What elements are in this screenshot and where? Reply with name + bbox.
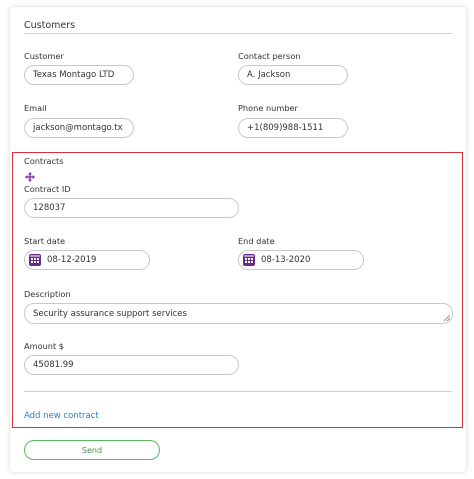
end-date-label: End date xyxy=(238,236,275,246)
description-textarea[interactable]: Security assurance support services xyxy=(24,303,453,324)
resize-handle-icon[interactable] xyxy=(444,315,450,321)
customer-label: Customer xyxy=(24,51,64,61)
contracts-divider xyxy=(24,391,452,392)
contact-person-input[interactable]: A. Jackson xyxy=(238,65,348,85)
start-date-input[interactable]: 08-12-2019 xyxy=(24,250,150,270)
amount-label: Amount $ xyxy=(24,341,64,351)
end-date-value: 08-13-2020 xyxy=(261,255,311,265)
contracts-section xyxy=(12,152,463,428)
amount-input[interactable]: 45081.99 xyxy=(24,355,239,375)
description-label: Description xyxy=(24,289,71,299)
calendar-icon[interactable] xyxy=(243,254,255,266)
section-title-customers: Customers xyxy=(24,20,76,31)
contracts-title: Contracts xyxy=(24,156,64,166)
start-date-value: 08-12-2019 xyxy=(47,255,97,265)
title-divider xyxy=(24,33,452,34)
start-date-label: Start date xyxy=(24,236,66,246)
add-new-contract-link[interactable]: Add new contract xyxy=(24,411,99,421)
move-arrows-icon[interactable] xyxy=(25,172,35,182)
email-input[interactable]: jackson@montago.tx xyxy=(24,118,134,138)
phone-label: Phone number xyxy=(238,103,298,113)
contact-person-label: Contact person xyxy=(238,51,301,61)
contract-id-input[interactable]: 128037 xyxy=(24,198,239,218)
customer-input[interactable]: Texas Montago LTD xyxy=(24,65,134,85)
phone-input[interactable]: +1(809)988-1511 xyxy=(238,118,348,138)
calendar-icon[interactable] xyxy=(29,254,41,266)
contract-id-label: Contract ID xyxy=(24,184,71,194)
end-date-input[interactable]: 08-13-2020 xyxy=(238,250,364,270)
description-value: Security assurance support services xyxy=(33,308,187,319)
send-button[interactable]: Send xyxy=(24,440,160,460)
email-label: Email xyxy=(24,103,47,113)
